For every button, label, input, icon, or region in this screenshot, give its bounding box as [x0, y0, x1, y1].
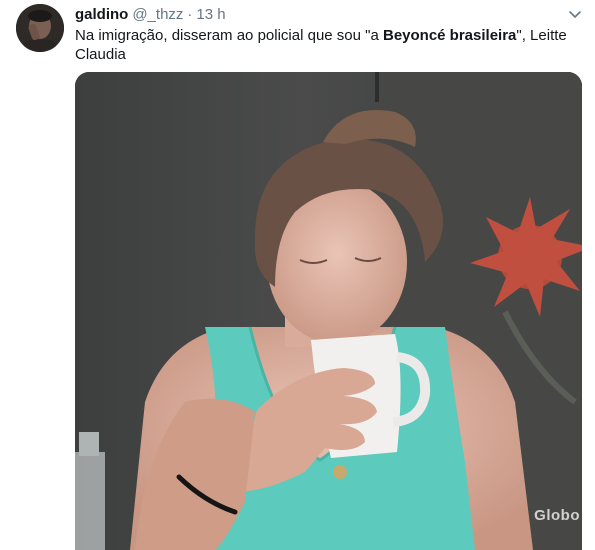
- avatar[interactable]: [16, 4, 64, 52]
- globo-watermark: Globo: [534, 507, 580, 524]
- chevron-down-icon[interactable]: [567, 8, 583, 22]
- tweet-text-part1: Na imigração, disseram ao policial que s…: [75, 27, 383, 44]
- author-handle[interactable]: @_thzz: [132, 6, 183, 23]
- tweet-text-bold: Beyoncé brasileira: [382, 27, 517, 44]
- timestamp[interactable]: 13 h: [196, 6, 225, 23]
- separator-dot: ·: [187, 6, 193, 23]
- tweet-media[interactable]: Globo: [75, 72, 582, 550]
- tweet-header: galdino @_thzz · 13 h: [75, 6, 226, 24]
- media-image: [75, 72, 582, 550]
- tweet[interactable]: galdino @_thzz · 13 h Na imigração, diss…: [0, 0, 595, 550]
- tweet-text: Na imigração, disseram ao policial que s…: [75, 26, 575, 64]
- author-name[interactable]: galdino: [75, 6, 128, 23]
- avatar-image: [16, 4, 64, 52]
